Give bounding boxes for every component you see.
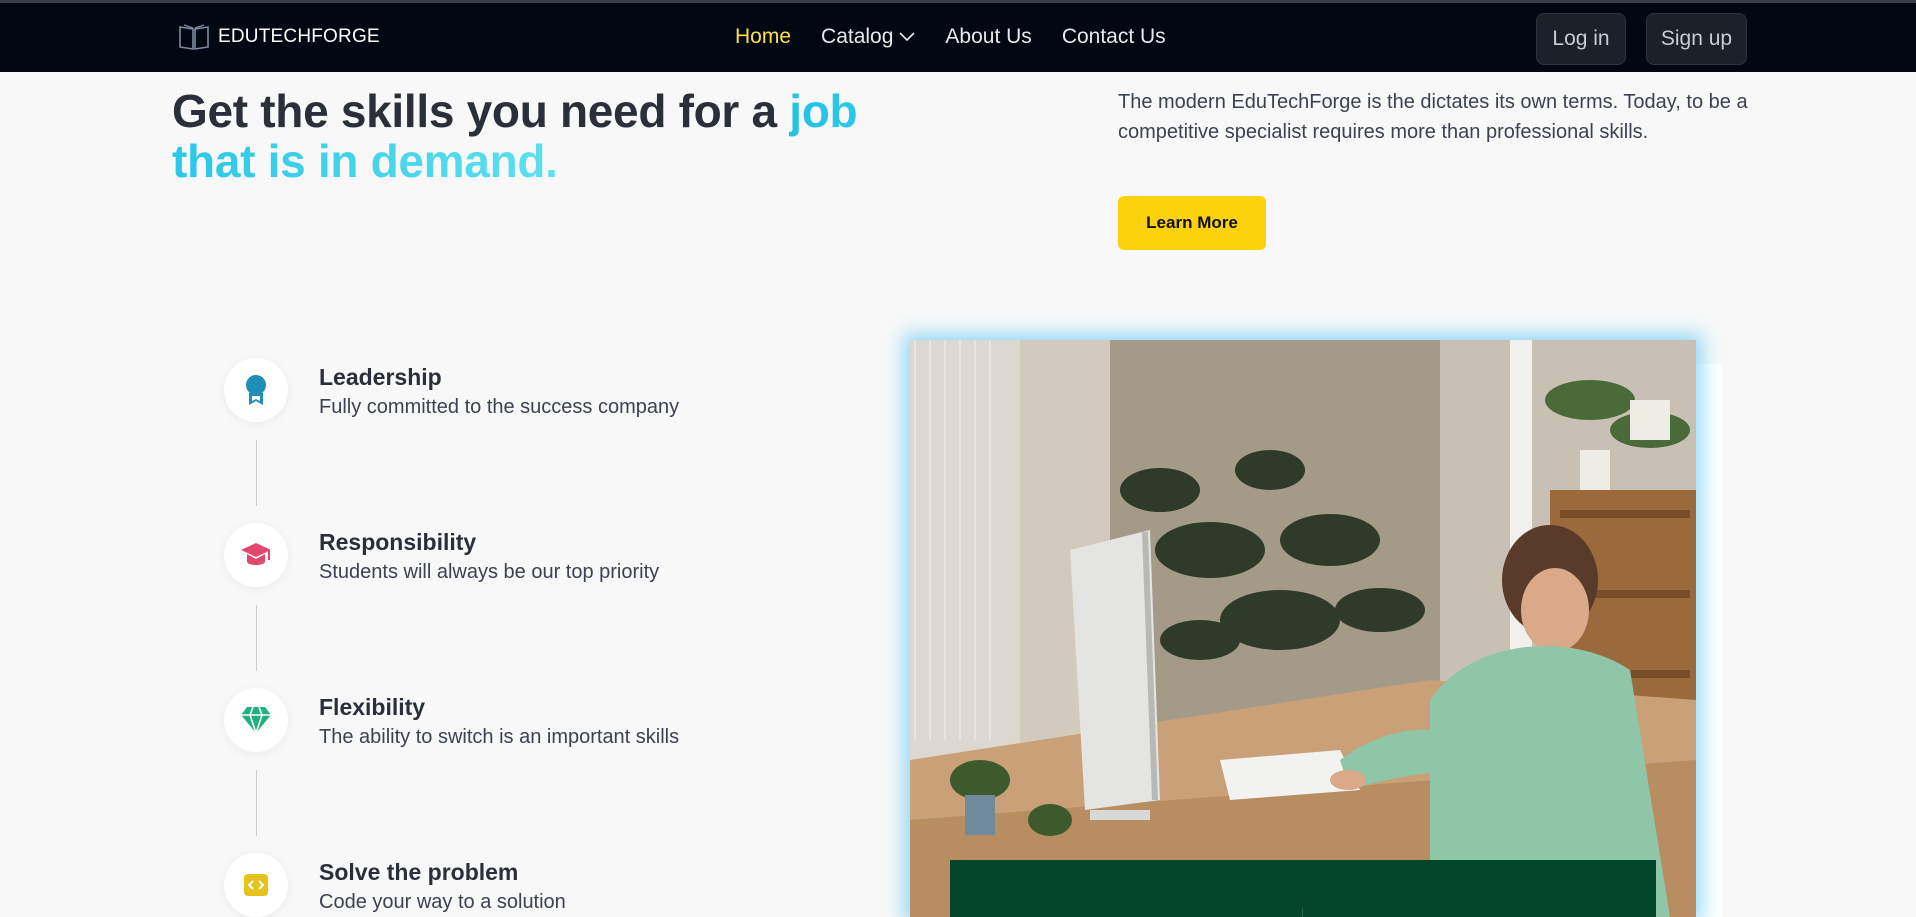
- hero-title-main: Get the skills you need for a: [172, 85, 790, 137]
- nav-item-label: About Us: [945, 25, 1032, 48]
- feature-responsibility: Responsibility Students will always be o…: [224, 523, 659, 587]
- feature-leadership: Leadership Fully committed to the succes…: [224, 358, 679, 422]
- learn-more-button[interactable]: Learn More: [1118, 196, 1266, 250]
- nav-item-home[interactable]: Home: [735, 25, 791, 49]
- feature-description: Fully committed to the success company: [319, 396, 680, 418]
- feature-icon-wrapper: [224, 523, 288, 587]
- feature-description: Students will always be our top priority: [319, 561, 660, 583]
- signup-button[interactable]: Sign up: [1646, 13, 1747, 65]
- stats-card: [950, 860, 1656, 917]
- hero-title: Get the skills you need for a job that i…: [172, 86, 932, 186]
- feature-description: The ability to switch is an important sk…: [319, 726, 680, 748]
- code-brackets-icon: [244, 874, 268, 896]
- timeline-connector: [256, 440, 257, 506]
- book-icon: [179, 24, 209, 50]
- navbar: EDUTECHFORGE Home Catalog About Us Conta…: [0, 3, 1916, 72]
- nav-item-label: Contact Us: [1061, 25, 1166, 48]
- main-menu: Home Catalog About Us Contact Us: [735, 25, 1196, 49]
- feature-icon-wrapper: [224, 688, 288, 752]
- nav-item-label: Catalog: [821, 25, 894, 48]
- feature-solve-the-problem: Solve the problem Code your way to a sol…: [224, 853, 566, 917]
- timeline-connector: [256, 605, 257, 671]
- nav-item-label: Home: [735, 25, 792, 48]
- diamond-icon: [241, 706, 271, 734]
- feature-title: Leadership: [319, 364, 442, 390]
- hero-photo: [910, 340, 1696, 917]
- graduation-cap-icon: [241, 543, 271, 565]
- stats-card-divider: [1302, 908, 1303, 917]
- logo[interactable]: EDUTECHFORGE: [178, 23, 380, 51]
- nav-item-catalog[interactable]: Catalog: [821, 25, 915, 49]
- woman-at-computer-photo: [910, 340, 1696, 917]
- chevron-down-icon: [899, 32, 915, 42]
- feature-title: Flexibility: [319, 694, 426, 720]
- feature-flexibility: Flexibility The ability to switch is an …: [224, 688, 679, 752]
- feature-icon-wrapper: [224, 853, 288, 917]
- ribbon-award-icon: [246, 375, 266, 405]
- feature-title: Solve the problem: [319, 859, 519, 885]
- hero-description: The modern EduTechForge is the dictates …: [1118, 91, 1748, 143]
- timeline-connector: [256, 770, 257, 836]
- feature-description: Code your way to a solution: [319, 891, 566, 913]
- nav-item-about[interactable]: About Us: [945, 25, 1031, 49]
- logo-text: EDUTECHFORGE: [218, 26, 380, 47]
- feature-title: Responsibility: [319, 529, 477, 555]
- feature-icon-wrapper: [224, 358, 288, 422]
- nav-item-contact[interactable]: Contact Us: [1062, 25, 1166, 49]
- login-button[interactable]: Log in: [1536, 13, 1626, 65]
